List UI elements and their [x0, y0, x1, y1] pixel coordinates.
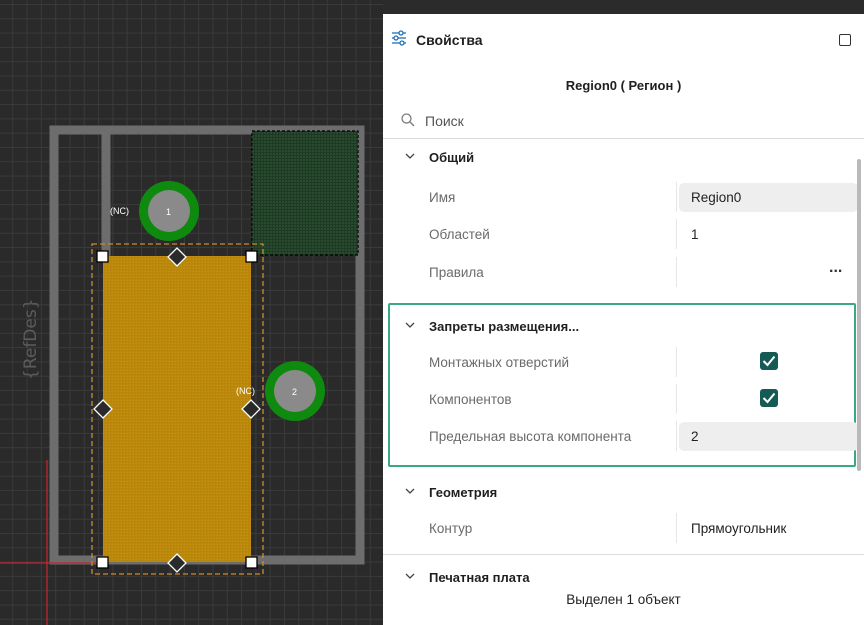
- search-input[interactable]: [423, 109, 807, 133]
- pcb-canvas[interactable]: {RefDes} 1 (NC) 2 (NC): [0, 0, 383, 625]
- pcb-drawing[interactable]: {RefDes} 1 (NC) 2 (NC): [0, 0, 383, 625]
- property-row-areas: Областей 1: [383, 217, 858, 251]
- section-pcb: Печатная плата: [383, 564, 864, 594]
- property-label: Монтажных отверстий: [429, 355, 570, 370]
- pad-1-net: (NC): [110, 206, 129, 216]
- resize-handle-bottom-left[interactable]: [96, 556, 109, 569]
- section-general-header[interactable]: Общий: [383, 144, 864, 174]
- section-general-title: Общий: [429, 150, 475, 165]
- search-bar: [383, 104, 864, 139]
- property-row-rules: Правила ...: [383, 255, 858, 289]
- column-separator: [676, 257, 677, 287]
- pad-1-number: 1: [166, 207, 171, 217]
- property-row-components: Компонентов: [383, 382, 858, 416]
- contour-value[interactable]: Прямоугольник: [691, 521, 786, 536]
- section-divider: [383, 554, 864, 555]
- name-value: Region0: [691, 190, 742, 205]
- pad-1[interactable]: 1 (NC): [110, 181, 199, 241]
- keepout-region-pattern: [252, 131, 358, 255]
- properties-panel: Свойства Region0 ( Регион ) Общий Имя Re…: [383, 14, 864, 625]
- status-text: Выделен 1 объект: [566, 592, 681, 607]
- chevron-down-icon: [405, 488, 415, 494]
- column-separator: [676, 384, 677, 414]
- sliders-icon: [392, 30, 406, 46]
- property-label: Правила: [429, 265, 484, 280]
- object-title: Region0 ( Регион ): [565, 78, 682, 93]
- property-row-contour: Контур Прямоугольник: [383, 511, 858, 545]
- property-label: Контур: [429, 521, 473, 536]
- chevron-down-icon: [405, 573, 415, 579]
- column-separator: [676, 219, 677, 249]
- section-pcb-header[interactable]: Печатная плата: [383, 564, 864, 594]
- refdes-label: {RefDes}: [21, 298, 41, 380]
- section-geometry: Геометрия Контур Прямоугольник: [383, 479, 864, 559]
- pad-2-number: 2: [292, 387, 297, 397]
- column-separator: [676, 513, 677, 543]
- section-geometry-title: Геометрия: [429, 485, 498, 500]
- selected-region[interactable]: [103, 256, 251, 562]
- maximize-button[interactable]: [839, 34, 851, 46]
- pad-2-net: (NC): [236, 386, 255, 396]
- column-separator: [676, 182, 677, 212]
- section-restrictions-header[interactable]: Запреты размещения...: [383, 313, 864, 343]
- max-height-field[interactable]: 2: [679, 422, 858, 451]
- checkmark-icon: [762, 392, 776, 404]
- resize-handle-top-right[interactable]: [245, 250, 258, 263]
- search-icon: [401, 113, 415, 127]
- section-geometry-header[interactable]: Геометрия: [383, 479, 864, 509]
- property-label: Областей: [429, 227, 490, 242]
- panel-scrollbar[interactable]: [857, 159, 861, 471]
- property-row-mounting-holes: Монтажных отверстий: [383, 345, 858, 379]
- property-label: Предельная высота компонента: [429, 429, 632, 444]
- areas-value[interactable]: 1: [691, 227, 699, 242]
- chevron-down-icon: [405, 153, 415, 159]
- section-placement-restrictions: Запреты размещения... Монтажных отверсти…: [383, 313, 864, 463]
- property-row-max-height: Предельная высота компонента 2: [383, 419, 858, 453]
- rules-more-button[interactable]: ...: [829, 259, 842, 277]
- name-field[interactable]: Region0: [679, 183, 858, 212]
- column-separator: [676, 421, 677, 451]
- components-checkbox[interactable]: [760, 389, 778, 407]
- property-row-name: Имя Region0: [383, 180, 858, 214]
- section-restrictions-title: Запреты размещения...: [429, 319, 580, 334]
- column-separator: [676, 347, 677, 377]
- property-label: Имя: [429, 190, 456, 205]
- resize-handle-bottom-right[interactable]: [245, 556, 258, 569]
- checkmark-icon: [762, 355, 776, 367]
- panel-header: Свойства: [383, 14, 864, 64]
- property-label: Компонентов: [429, 392, 512, 407]
- resize-handle-top-left[interactable]: [96, 250, 109, 263]
- section-general: Общий Имя Region0 Областей 1 Правила ...: [383, 144, 864, 304]
- max-height-value: 2: [691, 429, 699, 444]
- panel-title: Свойства: [416, 32, 483, 48]
- mounting-holes-checkbox[interactable]: [760, 352, 778, 370]
- chevron-down-icon: [405, 322, 415, 328]
- section-pcb-title: Печатная плата: [429, 570, 530, 585]
